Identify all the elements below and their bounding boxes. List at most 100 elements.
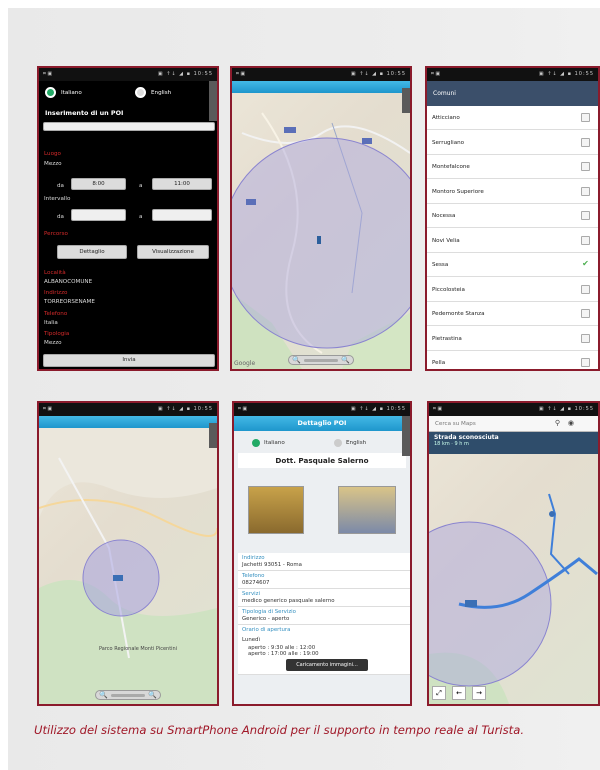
- zoom-control[interactable]: 🔍 🔍: [95, 690, 161, 700]
- info-value-2: Italia: [44, 320, 58, 326]
- poi-photo-1[interactable]: [248, 486, 304, 534]
- comune-item[interactable]: Novi Velia: [427, 228, 598, 253]
- checkbox-icon[interactable]: [581, 162, 590, 171]
- comune-item[interactable]: Piccolosteia: [427, 277, 598, 302]
- comune-item[interactable]: Atticciano: [427, 106, 598, 130]
- park-label: Parco Regionale Monti Picentini: [99, 646, 177, 652]
- radio-italiano[interactable]: Italiano: [45, 87, 82, 98]
- comune-item[interactable]: Pedemonte Stanza: [427, 302, 598, 326]
- field-telefono[interactable]: Telefono 08274607: [238, 571, 410, 589]
- screenshot-search-form: ⌗ ▣ ▣ ↑↓ ◢ ▪ 10:55 Italiano English Inser…: [37, 66, 219, 371]
- scrollbar[interactable]: [209, 81, 217, 121]
- status-bar: ⌗ ▣ ▣ ↑↓ ◢ ▪ 10:55: [39, 68, 217, 81]
- a-label-1: a: [139, 183, 143, 189]
- map-canvas[interactable]: [429, 454, 598, 704]
- comune-label: Pedemonte Stanza: [432, 311, 485, 317]
- status-bar: ⌗ ▣ ▣ ↑↓ ◢ ▪ 10:55: [429, 403, 598, 416]
- maps-search-bar[interactable]: Cerca su Maps ⚲ ◉: [429, 416, 598, 432]
- map-header: [232, 81, 410, 93]
- comune-label: Piccolosteia: [432, 286, 465, 293]
- radio-english[interactable]: English: [135, 87, 171, 98]
- invia-button[interactable]: Invia: [43, 354, 215, 367]
- scrollbar[interactable]: [402, 88, 410, 113]
- zoom-in-icon[interactable]: 🔍: [148, 691, 157, 699]
- info-label-0: Località: [44, 270, 66, 276]
- comune-item[interactable]: Montoro Superiore: [427, 179, 598, 204]
- radio-italiano[interactable]: Italiano: [252, 439, 285, 447]
- poi-photo-2[interactable]: [338, 486, 396, 534]
- comune-label: Montoro Superiore: [432, 188, 484, 195]
- loading-toast: Caricamento immagini...: [286, 659, 368, 671]
- info-label-2: Telefono: [44, 311, 68, 317]
- checkbox-icon[interactable]: [581, 333, 590, 343]
- checkbox-checked-icon[interactable]: ✔: [581, 260, 590, 269]
- screenshot-map-circle: ⌗ ▣ ▣ ↑↓ ◢ ▪ 10:55 Google 🔍 🔍: [230, 66, 412, 371]
- comune-label: Montefalcone: [432, 164, 470, 170]
- comuni-header: Comuni: [427, 81, 598, 106]
- info-value-3: Mezzo: [44, 340, 62, 346]
- zoom-in-icon[interactable]: 🔍: [341, 356, 350, 364]
- time-from-button[interactable]: 8:00: [71, 178, 126, 190]
- route-banner: Strada sconosciuta 18 km · 9 h m: [429, 432, 598, 454]
- comune-label: Atticciano: [432, 115, 460, 121]
- status-bar: ⌗ ▣ ▣ ↑↓ ◢ ▪ 10:55: [427, 68, 598, 81]
- info-label-3: Tipologia: [44, 331, 70, 337]
- field-servizi: Servizi medico generico pasquale salerno: [238, 589, 410, 607]
- da-label-2: da: [57, 214, 64, 220]
- luogo-label: Luogo: [44, 151, 61, 157]
- checkbox-icon[interactable]: [581, 186, 590, 196]
- detail-fields: Indirizzo Jachetti 93051 - Roma Telefono 0…: [236, 553, 410, 675]
- checkbox-icon[interactable]: [581, 358, 590, 367]
- comune-item[interactable]: Nocessa: [427, 204, 598, 228]
- radio-unchecked-icon: [334, 439, 342, 447]
- figure-caption: Utilizzo del sistema su SmartPhone Andro…: [34, 723, 525, 737]
- dettaglio-button[interactable]: Dettaglio: [57, 245, 127, 259]
- maps-search-input[interactable]: Cerca su Maps: [435, 420, 476, 428]
- map-bottom-toolbar: ⤢ ← →: [432, 686, 486, 700]
- checkbox-icon[interactable]: [581, 284, 590, 294]
- comune-label: Pella: [432, 360, 446, 366]
- screenshot-comuni-list: ⌗ ▣ ▣ ↑↓ ◢ ▪ 10:55 Comuni Atticciano Serru…: [425, 66, 600, 371]
- location-icon[interactable]: ◉: [568, 419, 574, 427]
- zoom-out-icon[interactable]: 🔍: [292, 356, 301, 364]
- back-arrow-icon[interactable]: ←: [452, 686, 466, 700]
- radio-english[interactable]: English: [334, 439, 366, 447]
- detail-header: Dettaglio POI: [234, 416, 410, 431]
- forward-arrow-icon[interactable]: →: [472, 686, 486, 700]
- checkbox-icon[interactable]: [581, 113, 590, 122]
- map-canvas[interactable]: Google: [232, 93, 410, 369]
- checkbox-icon[interactable]: [581, 137, 590, 147]
- zoom-control[interactable]: 🔍 🔍: [288, 355, 354, 365]
- interval-to-input[interactable]: [152, 209, 212, 221]
- comune-item[interactable]: Pella: [427, 351, 598, 369]
- search-radius-circle: [429, 521, 552, 687]
- da-label-1: da: [57, 183, 64, 189]
- field-indirizzo: Indirizzo Jachetti 93051 - Roma: [238, 553, 410, 571]
- checkbox-icon[interactable]: [581, 211, 590, 220]
- checkbox-icon[interactable]: [581, 309, 590, 318]
- status-bar: ⌗ ▣ ▣ ↑↓ ◢ ▪ 10:55: [39, 403, 217, 416]
- scrollbar[interactable]: [402, 416, 410, 456]
- field-tipologia: Tipologia di Servizio Generico - aperto: [238, 607, 410, 625]
- share-icon[interactable]: ⤢: [432, 686, 446, 700]
- info-label-1: Indirizzo: [44, 290, 68, 296]
- checkbox-icon[interactable]: [581, 235, 590, 245]
- interval-from-input[interactable]: [71, 209, 126, 221]
- comune-label: Nocessa: [432, 213, 456, 219]
- zoom-out-icon[interactable]: 🔍: [99, 691, 108, 699]
- map-canvas[interactable]: Parco Regionale Monti Picentini: [39, 428, 217, 704]
- poi-name-input[interactable]: [43, 122, 215, 131]
- comune-label: Serrugliano: [432, 139, 465, 146]
- time-to-button[interactable]: 11:00: [152, 178, 212, 190]
- map-header: [39, 416, 217, 428]
- comune-item[interactable]: Montefalcone: [427, 155, 598, 179]
- form-title: Inserimento di un POI: [45, 109, 124, 117]
- scrollbar[interactable]: [209, 423, 217, 448]
- comune-item[interactable]: Sessa ✔: [427, 253, 598, 277]
- comune-item[interactable]: Serrugliano: [427, 130, 598, 155]
- screenshot-poi-detail: ⌗ ▣ ▣ ↑↓ ◢ ▪ 10:55 Dettaglio POI Italiano…: [232, 401, 412, 706]
- visualizzazione-button[interactable]: Visualizzazione: [137, 245, 209, 259]
- comune-item[interactable]: Pietrastina: [427, 326, 598, 351]
- pin-icon[interactable]: ⚲: [555, 419, 560, 427]
- screenshot-map-region: ⌗ ▣ ▣ ↑↓ ◢ ▪ 10:55 Parco Regionale Monti …: [37, 401, 219, 706]
